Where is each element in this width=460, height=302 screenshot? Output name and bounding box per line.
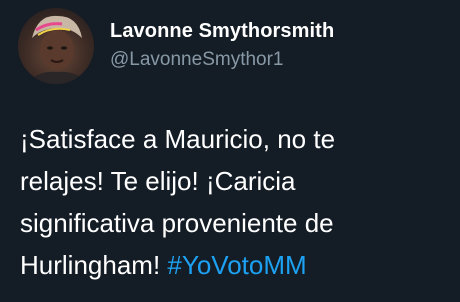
- hashtag-link[interactable]: #YoVotoMM: [167, 250, 306, 280]
- avatar[interactable]: [18, 8, 94, 84]
- profile-photo-icon: [26, 15, 88, 84]
- tweet-text-line: significativa proveniente de: [20, 208, 334, 238]
- tweet-text-line: relajes! Te elijo! ¡Caricia: [20, 166, 296, 196]
- tweet-card: Lavonne Smythorsmith @LavonneSmythor1 ¡S…: [0, 0, 460, 302]
- tweet-text-fragment: Hurlingham!: [20, 250, 168, 280]
- tweet-text-line: ¡Satisface a Mauricio, no te: [20, 124, 336, 154]
- tweet-text: ¡Satisface a Mauricio, no te relajes! Te…: [20, 118, 450, 286]
- author-handle[interactable]: @LavonneSmythor1: [110, 49, 284, 71]
- author-display-name[interactable]: Lavonne Smythorsmith: [110, 20, 334, 43]
- tweet-text-line: Hurlingham! #YoVotoMM: [20, 244, 450, 286]
